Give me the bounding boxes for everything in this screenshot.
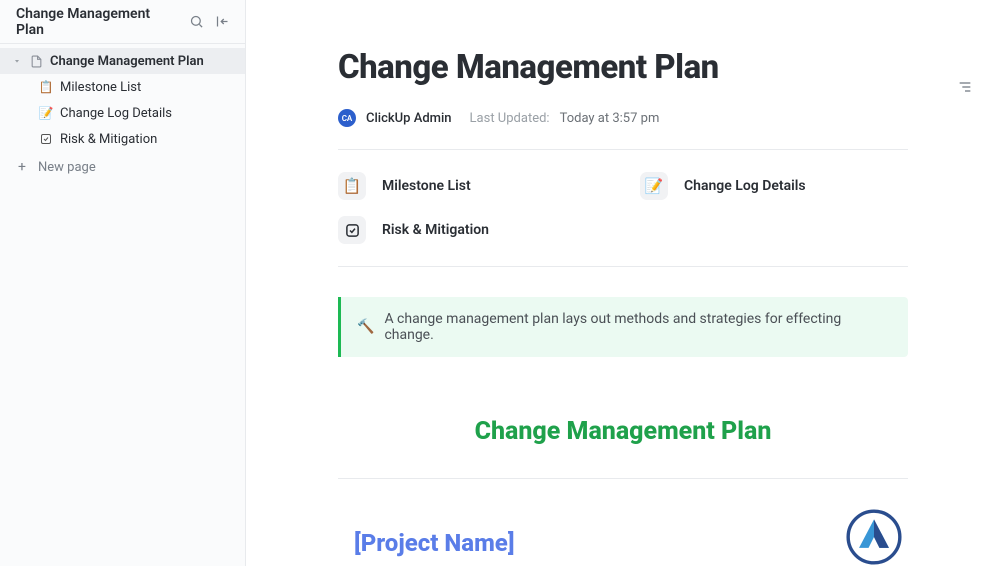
sidebar-item-change-log-details[interactable]: 📝 Change Log Details: [0, 100, 245, 126]
callout-text: A change management plan lays out method…: [384, 311, 892, 343]
hammer-icon: 🔨: [357, 319, 374, 335]
chevron-down-icon[interactable]: [12, 57, 22, 65]
sidebar: Change Management Plan Change Management…: [0, 0, 246, 566]
new-page-label: New page: [38, 160, 96, 175]
tile-risk-mitigation[interactable]: Risk & Mitigation: [338, 208, 600, 252]
plus-icon: +: [16, 159, 28, 175]
clipboard-icon: 📋: [38, 79, 54, 95]
document-body: Change Management Plan CA ClickUp Admin …: [338, 0, 908, 566]
page-title[interactable]: Change Management Plan: [338, 48, 908, 87]
divider: [338, 266, 908, 267]
callout[interactable]: 🔨 A change management plan lays out meth…: [338, 297, 908, 357]
sidebar-item-milestone-list[interactable]: 📋 Milestone List: [0, 74, 245, 100]
updated-label: Last Updated:: [470, 111, 550, 126]
clipboard-icon: 📋: [338, 172, 366, 200]
logo-icon: [840, 503, 908, 566]
doc-icon: [28, 53, 44, 69]
company-logo: COMPANY NAME: [839, 503, 908, 566]
sidebar-item-label: Risk & Mitigation: [60, 132, 233, 147]
byline: CA ClickUp Admin Last Updated: Today at …: [338, 109, 908, 127]
note-icon: 📝: [38, 105, 54, 121]
new-page-button[interactable]: + New page: [0, 154, 245, 180]
sidebar-item-label: Milestone List: [60, 80, 233, 95]
avatar[interactable]: CA: [338, 109, 356, 127]
project-name-placeholder[interactable]: [Project Name]: [338, 529, 515, 557]
check-icon: [38, 131, 54, 147]
check-icon: [338, 216, 366, 244]
note-icon: 📝: [640, 172, 668, 200]
tile-label: Change Log Details: [684, 178, 806, 194]
collapse-sidebar-icon[interactable]: [211, 11, 233, 33]
sidebar-item-label: Change Management Plan: [50, 54, 233, 69]
section-heading[interactable]: Change Management Plan: [338, 417, 908, 446]
sidebar-item-risk-mitigation[interactable]: Risk & Mitigation: [0, 126, 245, 152]
tile-milestone-list[interactable]: 📋 Milestone List: [338, 164, 600, 208]
sidebar-title: Change Management Plan: [16, 6, 181, 38]
sidebar-nav: Change Management Plan 📋 Milestone List …: [0, 44, 245, 180]
tile-label: Risk & Mitigation: [382, 222, 489, 238]
author-name[interactable]: ClickUp Admin: [366, 111, 452, 126]
sidebar-item-change-management-plan[interactable]: Change Management Plan: [0, 48, 245, 74]
sidebar-item-label: Change Log Details: [60, 106, 233, 121]
main-content: Change Management Plan CA ClickUp Admin …: [246, 0, 1000, 566]
subpage-tiles: 📋 Milestone List 📝 Change Log Details Ri…: [338, 150, 908, 266]
sidebar-header: Change Management Plan: [0, 0, 245, 44]
tile-label: Milestone List: [382, 178, 471, 194]
project-row: [Project Name] COMPANY NAME: [338, 479, 908, 566]
toc-icon[interactable]: [954, 76, 976, 98]
search-icon[interactable]: [185, 11, 207, 33]
updated-time: Today at 3:57 pm: [560, 111, 660, 126]
tile-change-log-details[interactable]: 📝 Change Log Details: [640, 164, 902, 208]
